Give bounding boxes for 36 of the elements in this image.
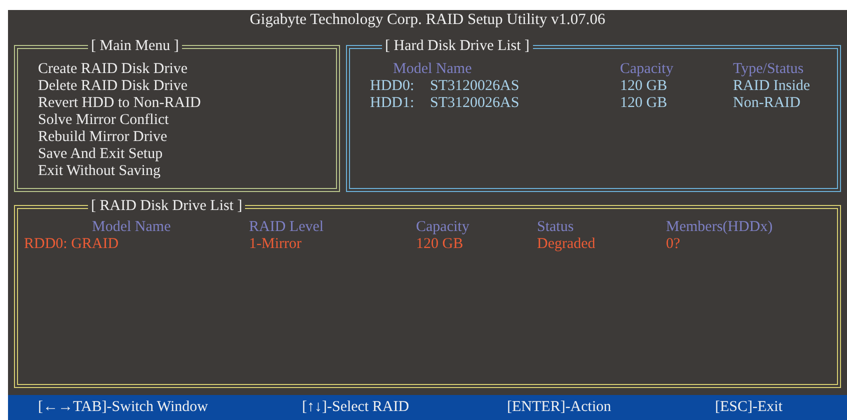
panel-title: [ Main Menu ] [90,38,180,55]
table-cell: RAID Inside [733,78,810,95]
menu-item[interactable]: Create RAID Disk Drive [38,61,188,78]
table-cell: 120 GB [620,78,668,95]
column-header: Capacity [620,61,674,78]
key-hint: [ENTER]-Action [507,399,612,416]
table-cell: HDD0: [370,78,414,95]
window-title: Gigabyte Technology Corp. RAID Setup Utility v1.07.06 [248,10,606,30]
menu-item[interactable]: Exit Without Saving [38,163,160,180]
menu-item[interactable]: Solve Mirror Conflict [38,112,169,129]
table-cell: ST3120026AS [430,95,520,112]
table-cell: Non-RAID [733,95,800,112]
column-header: Members(HDDx) [666,219,773,236]
table-cell: 120 GB [620,95,668,112]
menu-item[interactable]: Rebuild Mirror Drive [38,129,168,146]
column-header: Type/Status [733,61,804,78]
column-header: Status [537,219,574,236]
menu-item[interactable]: Delete RAID Disk Drive [38,78,188,95]
menu-item[interactable]: Revert HDD to Non-RAID [38,95,201,112]
panel-title: [ Hard Disk Drive List ] [384,38,531,55]
panel-title: [ RAID Disk Drive List ] [90,198,244,215]
key-hint: [↑↓]-Select RAID [302,399,410,416]
menu-item[interactable]: Save And Exit Setup [38,146,163,163]
table-cell: 0? [666,236,680,253]
table-cell: ST3120026AS [430,78,520,95]
column-header: Model Name [92,219,171,236]
column-header: Capacity [416,219,470,236]
table-cell: 1-Mirror [249,236,302,253]
column-header: RAID Level [249,219,324,236]
table-cell: HDD1: [370,95,414,112]
key-hint: [←→TAB]-Switch Window [38,399,208,416]
table-cell: RDD0: GRAID [24,236,119,253]
column-header: Model Name [393,61,472,78]
table-cell: Degraded [537,236,596,253]
table-cell: 120 GB [416,236,464,253]
key-hint: [ESC]-Exit [715,399,782,416]
